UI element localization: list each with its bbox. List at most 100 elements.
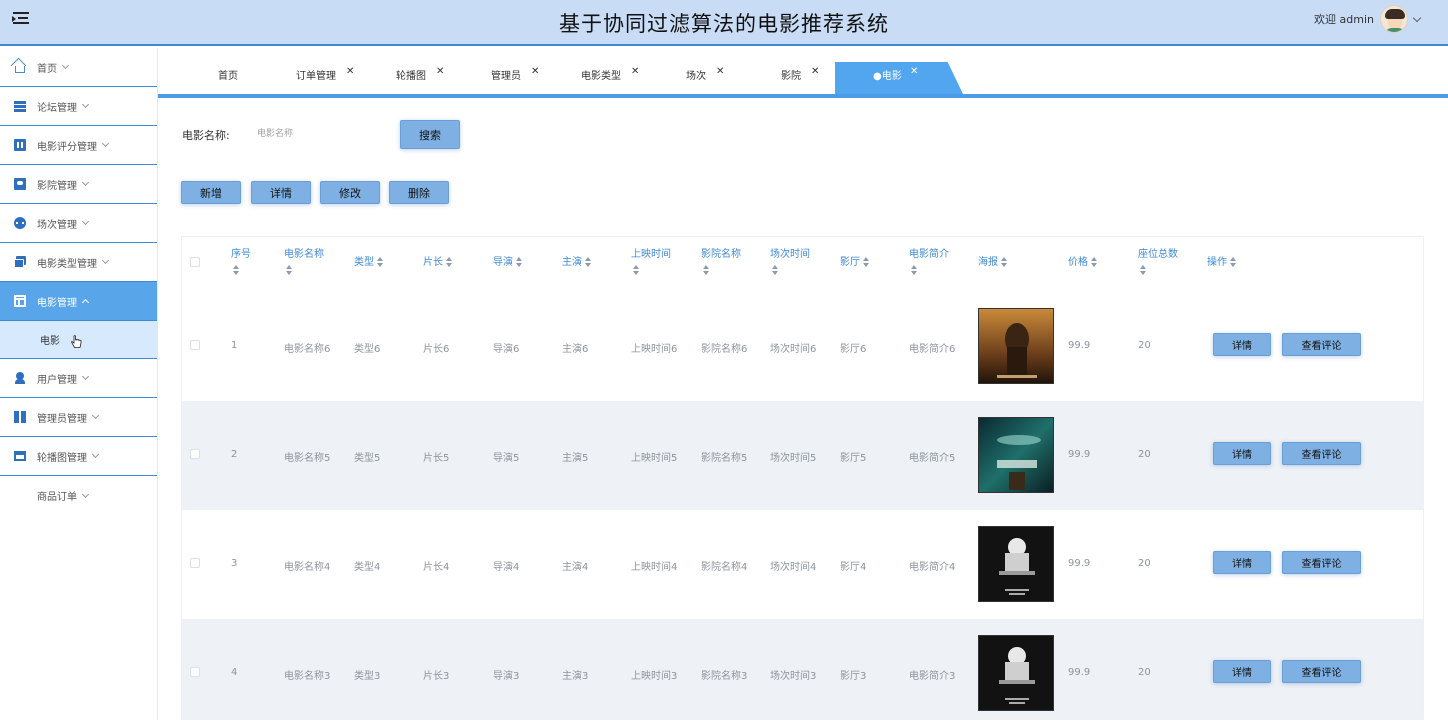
top-header: 基于协同过滤算法的电影推荐系统 欢迎 admin <box>0 0 1448 46</box>
tab-orders[interactable]: 订单管理 ✕ <box>296 62 354 94</box>
table-row[interactable]: 1 电影名称6 类型6 片长6 导演6 主演6 上映时间6 影院名称6 场次时间… <box>182 292 1423 401</box>
cell-hall: 影厅4 <box>840 562 867 573</box>
close-icon[interactable]: ✕ <box>811 57 819 87</box>
search-button[interactable]: 搜索 <box>400 120 460 149</box>
cell-movie-name: 电影名称6 <box>284 344 331 355</box>
sidebar-item-label: 场次管理 <box>37 219 77 231</box>
column-header[interactable]: 主演 <box>562 255 592 271</box>
column-header[interactable]: 座位总数 <box>1138 247 1178 275</box>
row-checkbox[interactable] <box>190 558 200 568</box>
column-header[interactable]: 影厅 <box>840 255 870 271</box>
tab-movie[interactable]: ●电影 ✕ <box>835 62 963 94</box>
folder-icon <box>14 256 26 268</box>
close-icon[interactable]: ✕ <box>716 57 724 87</box>
column-header[interactable]: 场次时间 <box>770 247 810 275</box>
select-all-checkbox[interactable] <box>190 257 200 267</box>
sidebar-item-movie-type[interactable]: 电影类型管理 <box>0 243 157 282</box>
row-checkbox[interactable] <box>190 667 200 677</box>
row-comments-button[interactable]: 查看评论 <box>1282 442 1361 465</box>
row-checkbox[interactable] <box>190 449 200 459</box>
table-row[interactable]: 3 电影名称4 类型4 片长4 导演4 主演4 上映时间4 影院名称4 场次时间… <box>182 510 1423 619</box>
cell-price: 99.9 <box>1068 340 1091 351</box>
tab-schedule[interactable]: 场次 ✕ <box>686 62 724 94</box>
sidebar-item-user[interactable]: 用户管理 <box>0 359 157 398</box>
column-header[interactable]: 海报 <box>978 255 1008 271</box>
close-icon[interactable]: ✕ <box>436 57 444 87</box>
sidebar-item-schedule[interactable]: 场次管理 <box>0 204 157 243</box>
user-menu[interactable]: 欢迎 admin <box>1314 5 1422 33</box>
chevron-down-icon <box>81 217 90 226</box>
cell-star: 主演6 <box>562 344 589 355</box>
layout-icon <box>14 295 26 307</box>
cell-price: 99.9 <box>1068 667 1091 678</box>
tab-cinema[interactable]: 影院 ✕ <box>781 62 819 94</box>
column-header[interactable]: 电影简介 <box>909 247 949 275</box>
close-icon[interactable]: ✕ <box>346 57 354 87</box>
column-header[interactable]: 片长 <box>423 255 453 271</box>
row-detail-button[interactable]: 详情 <box>1213 442 1271 465</box>
chevron-down-icon <box>61 61 70 70</box>
close-icon[interactable]: ✕ <box>910 62 918 87</box>
poster-image[interactable] <box>978 635 1054 711</box>
poster-image[interactable] <box>978 526 1054 602</box>
sidebar-item-rating[interactable]: 电影评分管理 <box>0 126 157 165</box>
schedule-icon <box>14 217 26 229</box>
hand-cursor-icon <box>71 335 82 348</box>
user-icon <box>14 372 26 384</box>
tab-carousel[interactable]: 轮播图 ✕ <box>396 62 444 94</box>
cell-cinema: 影院名称6 <box>701 344 748 355</box>
row-comments-button[interactable]: 查看评论 <box>1282 333 1361 356</box>
avatar[interactable] <box>1380 5 1408 33</box>
detail-button[interactable]: 详情 <box>251 181 311 204</box>
sidebar-item-label: 影院管理 <box>37 180 77 192</box>
column-header[interactable]: 类型 <box>354 255 384 271</box>
search-input[interactable] <box>247 120 387 148</box>
sidebar-item-admin[interactable]: 管理员管理 <box>0 398 157 437</box>
cell-director: 导演6 <box>493 344 520 355</box>
sidebar-item-movie[interactable]: 电影管理 <box>0 282 157 321</box>
table-row[interactable]: 4 电影名称3 类型3 片长3 导演3 主演3 上映时间3 影院名称3 场次时间… <box>182 619 1423 719</box>
sidebar-item-label: 轮播图管理 <box>37 452 87 464</box>
add-button[interactable]: 新增 <box>181 181 241 204</box>
row-detail-button[interactable]: 详情 <box>1213 660 1271 683</box>
sidebar-item-cinema[interactable]: 影院管理 <box>0 165 157 204</box>
column-header[interactable]: 影院名称 <box>701 247 741 275</box>
sidebar-subitem-label: 电影 <box>40 336 60 347</box>
forum-icon <box>14 100 26 112</box>
cell-type: 类型6 <box>354 344 381 355</box>
tab-home[interactable]: 首页 <box>218 62 238 94</box>
tab-movie-type[interactable]: 电影类型 ✕ <box>581 62 639 94</box>
cell-type: 类型3 <box>354 671 381 682</box>
poster-image[interactable] <box>978 308 1054 384</box>
sidebar-item-forum[interactable]: 论坛管理 <box>0 87 157 126</box>
cell-movie-name: 电影名称5 <box>284 453 331 464</box>
row-comments-button[interactable]: 查看评论 <box>1282 551 1361 574</box>
column-header[interactable]: 操作 <box>1207 255 1237 271</box>
row-comments-button[interactable]: 查看评论 <box>1282 660 1361 683</box>
cell-movie-name: 电影名称4 <box>284 562 331 573</box>
cell-intro: 电影简介4 <box>909 562 956 573</box>
sidebar-item-carousel[interactable]: 轮播图管理 <box>0 437 157 476</box>
sidebar-item-orders[interactable]: 商品订单 <box>0 476 157 515</box>
sidebar-item-home[interactable]: 首页 <box>0 48 157 87</box>
row-checkbox[interactable] <box>190 340 200 350</box>
column-header[interactable]: 上映时间 <box>631 247 671 275</box>
column-header[interactable]: 电影名称 <box>284 247 324 275</box>
row-detail-button[interactable]: 详情 <box>1213 551 1271 574</box>
table-row[interactable]: 2 电影名称5 类型5 片长5 导演5 主演5 上映时间5 影院名称5 场次时间… <box>182 401 1423 510</box>
close-icon[interactable]: ✕ <box>531 57 539 87</box>
sidebar-subitem-movie[interactable]: 电影 <box>0 321 157 359</box>
cell-seats: 20 <box>1138 667 1151 678</box>
edit-button[interactable]: 修改 <box>320 181 380 204</box>
column-header[interactable]: 导演 <box>493 255 523 271</box>
cell-hall: 影厅6 <box>840 344 867 355</box>
cell-index: 4 <box>231 667 238 678</box>
tab-admin[interactable]: 管理员 ✕ <box>491 62 539 94</box>
row-detail-button[interactable]: 详情 <box>1213 333 1271 356</box>
delete-button[interactable]: 删除 <box>389 181 449 204</box>
column-header[interactable]: 序号 <box>231 247 251 275</box>
column-header[interactable]: 价格 <box>1068 255 1098 271</box>
close-icon[interactable]: ✕ <box>631 57 639 87</box>
poster-image[interactable] <box>978 417 1054 493</box>
chevron-down-icon[interactable] <box>1412 13 1422 22</box>
